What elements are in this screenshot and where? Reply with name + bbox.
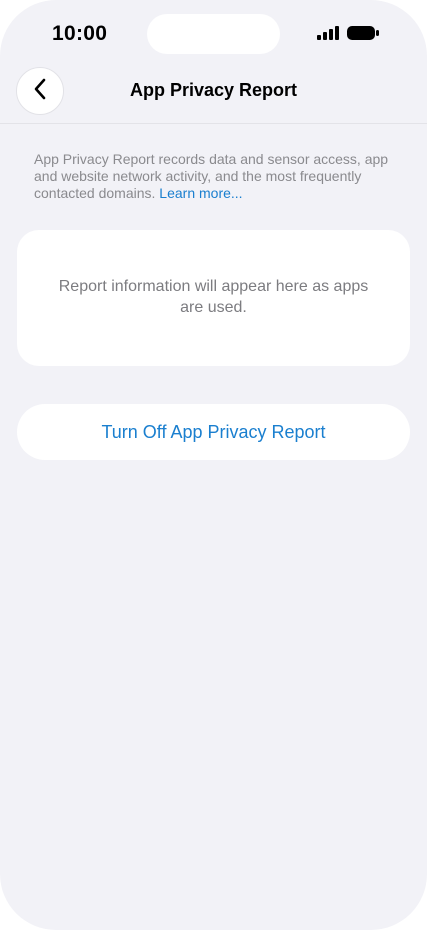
phone-screen: 10:00 App Privacy Report App Privacy Rep… xyxy=(0,0,427,930)
status-icons xyxy=(317,25,379,46)
battery-icon xyxy=(347,25,379,46)
report-card: Report information will appear here as a… xyxy=(17,230,410,366)
report-empty-message: Report information will appear here as a… xyxy=(58,278,369,316)
learn-more-link[interactable]: Learn more... xyxy=(159,185,242,201)
status-time: 10:00 xyxy=(52,22,108,45)
page-title: App Privacy Report xyxy=(129,80,298,100)
turn-off-app-privacy-report-button[interactable]: Turn Off App Privacy Report xyxy=(17,404,410,460)
status-bar: 10:00 xyxy=(0,0,427,70)
navigation-bar: App Privacy Report xyxy=(0,62,427,124)
dynamic-island xyxy=(147,14,280,54)
cellular-signal-icon xyxy=(317,25,339,45)
description-text: App Privacy Report records data and sens… xyxy=(34,151,394,202)
